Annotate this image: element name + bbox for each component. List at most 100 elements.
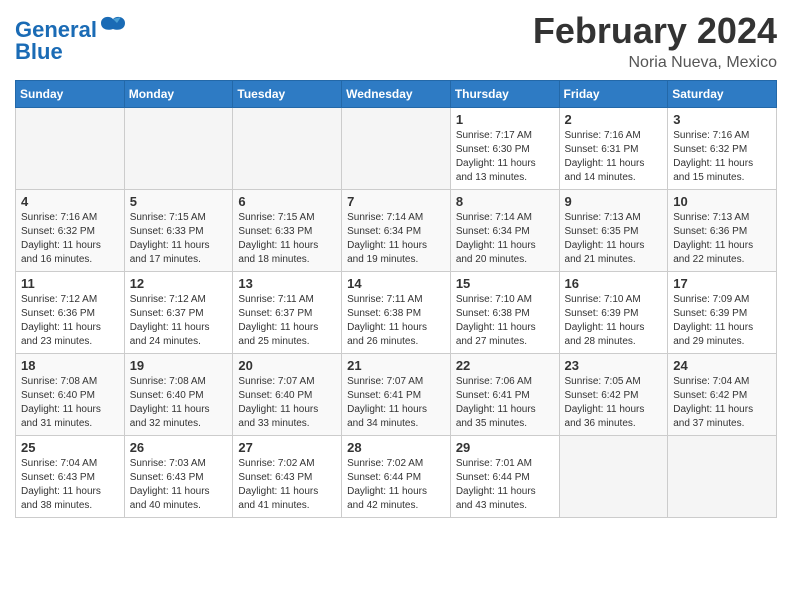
day-info: Sunrise: 7:14 AMSunset: 6:34 PMDaylight:…: [456, 211, 554, 267]
day-number: 4: [21, 194, 119, 209]
logo-text: General: [15, 15, 127, 41]
calendar-week-3: 18Sunrise: 7:08 AMSunset: 6:40 PMDayligh…: [16, 354, 777, 436]
weekday-header-thursday: Thursday: [450, 81, 559, 108]
day-info: Sunrise: 7:10 AMSunset: 6:39 PMDaylight:…: [565, 293, 663, 349]
day-info: Sunrise: 7:14 AMSunset: 6:34 PMDaylight:…: [347, 211, 445, 267]
day-info: Sunrise: 7:13 AMSunset: 6:35 PMDaylight:…: [565, 211, 663, 267]
day-number: 19: [130, 358, 228, 373]
day-number: 27: [238, 440, 336, 455]
logo: General Blue: [15, 15, 127, 63]
calendar-cell: [559, 436, 668, 518]
day-info: Sunrise: 7:07 AMSunset: 6:41 PMDaylight:…: [347, 375, 445, 431]
day-info: Sunrise: 7:06 AMSunset: 6:41 PMDaylight:…: [456, 375, 554, 431]
day-number: 20: [238, 358, 336, 373]
calendar-cell: 21 Sunrise: 7:07 AMSunset: 6:41 PMDayligh…: [342, 354, 451, 436]
calendar-cell: 28Sunrise: 7:02 AMSunset: 6:44 PMDayligh…: [342, 436, 451, 518]
day-info: Sunrise: 7:11 AMSunset: 6:38 PMDaylight:…: [347, 293, 445, 349]
day-number: 13: [238, 276, 336, 291]
calendar-cell: 27 Sunrise: 7:02 AMSunset: 6:43 PMDayligh…: [233, 436, 342, 518]
day-number: 18: [21, 358, 119, 373]
calendar-week-4: 25 Sunrise: 7:04 AMSunset: 6:43 PMDayligh…: [16, 436, 777, 518]
day-number: 3: [673, 112, 771, 127]
day-info: Sunrise: 7:10 AMSunset: 6:38 PMDaylight:…: [456, 293, 554, 349]
weekday-header-wednesday: Wednesday: [342, 81, 451, 108]
day-number: 16: [565, 276, 663, 291]
calendar-table: SundayMondayTuesdayWednesdayThursdayFrid…: [15, 80, 777, 518]
weekday-header-sunday: Sunday: [16, 81, 125, 108]
day-number: 29: [456, 440, 554, 455]
day-info: Sunrise: 7:04 AMSunset: 6:43 PMDaylight:…: [21, 457, 119, 513]
calendar-cell: 18Sunrise: 7:08 AMSunset: 6:40 PMDayligh…: [16, 354, 125, 436]
day-number: 9: [565, 194, 663, 209]
day-number: 14: [347, 276, 445, 291]
weekday-header-monday: Monday: [124, 81, 233, 108]
day-number: 26: [130, 440, 228, 455]
header: General Blue February 2024 Noria Nueva, …: [15, 10, 777, 72]
calendar-cell: 8 Sunrise: 7:14 AMSunset: 6:34 PMDaylight…: [450, 190, 559, 272]
calendar-week-2: 11Sunrise: 7:12 AMSunset: 6:36 PMDayligh…: [16, 272, 777, 354]
calendar-cell: 11Sunrise: 7:12 AMSunset: 6:36 PMDayligh…: [16, 272, 125, 354]
day-info: Sunrise: 7:15 AMSunset: 6:33 PMDaylight:…: [130, 211, 228, 267]
day-number: 25: [21, 440, 119, 455]
calendar-cell: [124, 108, 233, 190]
day-info: Sunrise: 7:02 AMSunset: 6:43 PMDaylight:…: [238, 457, 336, 513]
day-info: Sunrise: 7:16 AMSunset: 6:31 PMDaylight:…: [565, 129, 663, 185]
calendar-cell: 14 Sunrise: 7:11 AMSunset: 6:38 PMDayligh…: [342, 272, 451, 354]
day-number: 7: [347, 194, 445, 209]
day-number: 5: [130, 194, 228, 209]
day-info: Sunrise: 7:11 AMSunset: 6:37 PMDaylight:…: [238, 293, 336, 349]
day-info: Sunrise: 7:13 AMSunset: 6:36 PMDaylight:…: [673, 211, 771, 267]
day-info: Sunrise: 7:03 AMSunset: 6:43 PMDaylight:…: [130, 457, 228, 513]
calendar-cell: 16 Sunrise: 7:10 AMSunset: 6:39 PMDayligh…: [559, 272, 668, 354]
calendar-cell: 25 Sunrise: 7:04 AMSunset: 6:43 PMDayligh…: [16, 436, 125, 518]
day-number: 10: [673, 194, 771, 209]
day-number: 2: [565, 112, 663, 127]
calendar-cell: 1Sunrise: 7:17 AMSunset: 6:30 PMDaylight…: [450, 108, 559, 190]
calendar-cell: 7 Sunrise: 7:14 AMSunset: 6:34 PMDaylight…: [342, 190, 451, 272]
day-number: 12: [130, 276, 228, 291]
calendar-cell: 17Sunrise: 7:09 AMSunset: 6:39 PMDayligh…: [668, 272, 777, 354]
day-number: 6: [238, 194, 336, 209]
day-info: Sunrise: 7:12 AMSunset: 6:37 PMDaylight:…: [130, 293, 228, 349]
day-info: Sunrise: 7:16 AMSunset: 6:32 PMDaylight:…: [21, 211, 119, 267]
logo-blue-text: Blue: [15, 41, 127, 63]
day-info: Sunrise: 7:04 AMSunset: 6:42 PMDaylight:…: [673, 375, 771, 431]
calendar-cell: 5 Sunrise: 7:15 AMSunset: 6:33 PMDaylight…: [124, 190, 233, 272]
calendar-cell: 26 Sunrise: 7:03 AMSunset: 6:43 PMDayligh…: [124, 436, 233, 518]
calendar-cell: 2 Sunrise: 7:16 AMSunset: 6:31 PMDaylight…: [559, 108, 668, 190]
day-info: Sunrise: 7:05 AMSunset: 6:42 PMDaylight:…: [565, 375, 663, 431]
calendar-week-1: 4 Sunrise: 7:16 AMSunset: 6:32 PMDaylight…: [16, 190, 777, 272]
day-info: Sunrise: 7:07 AMSunset: 6:40 PMDaylight:…: [238, 375, 336, 431]
calendar-week-0: 1Sunrise: 7:17 AMSunset: 6:30 PMDaylight…: [16, 108, 777, 190]
day-number: 21: [347, 358, 445, 373]
calendar-cell: 6 Sunrise: 7:15 AMSunset: 6:33 PMDaylight…: [233, 190, 342, 272]
calendar-cell: 3Sunrise: 7:16 AMSunset: 6:32 PMDaylight…: [668, 108, 777, 190]
calendar-cell: [233, 108, 342, 190]
weekday-header-tuesday: Tuesday: [233, 81, 342, 108]
day-info: Sunrise: 7:15 AMSunset: 6:33 PMDaylight:…: [238, 211, 336, 267]
title-area: February 2024 Noria Nueva, Mexico: [533, 10, 777, 72]
day-number: 23: [565, 358, 663, 373]
weekday-header-friday: Friday: [559, 81, 668, 108]
logo-bird-icon: [99, 15, 127, 37]
calendar-cell: 12 Sunrise: 7:12 AMSunset: 6:37 PMDayligh…: [124, 272, 233, 354]
day-info: Sunrise: 7:09 AMSunset: 6:39 PMDaylight:…: [673, 293, 771, 349]
calendar-cell: [668, 436, 777, 518]
calendar-cell: 22 Sunrise: 7:06 AMSunset: 6:41 PMDayligh…: [450, 354, 559, 436]
calendar-cell: 19Sunrise: 7:08 AMSunset: 6:40 PMDayligh…: [124, 354, 233, 436]
weekday-header-row: SundayMondayTuesdayWednesdayThursdayFrid…: [16, 81, 777, 108]
main-title: February 2024: [533, 10, 777, 52]
day-number: 1: [456, 112, 554, 127]
calendar-cell: 24Sunrise: 7:04 AMSunset: 6:42 PMDayligh…: [668, 354, 777, 436]
day-info: Sunrise: 7:01 AMSunset: 6:44 PMDaylight:…: [456, 457, 554, 513]
calendar-cell: 4 Sunrise: 7:16 AMSunset: 6:32 PMDaylight…: [16, 190, 125, 272]
day-number: 8: [456, 194, 554, 209]
calendar-cell: 15Sunrise: 7:10 AMSunset: 6:38 PMDayligh…: [450, 272, 559, 354]
sub-title: Noria Nueva, Mexico: [533, 54, 777, 72]
day-number: 22: [456, 358, 554, 373]
day-info: Sunrise: 7:02 AMSunset: 6:44 PMDaylight:…: [347, 457, 445, 513]
calendar-cell: 13 Sunrise: 7:11 AMSunset: 6:37 PMDayligh…: [233, 272, 342, 354]
calendar-cell: [16, 108, 125, 190]
day-info: Sunrise: 7:12 AMSunset: 6:36 PMDaylight:…: [21, 293, 119, 349]
calendar-cell: 23 Sunrise: 7:05 AMSunset: 6:42 PMDayligh…: [559, 354, 668, 436]
